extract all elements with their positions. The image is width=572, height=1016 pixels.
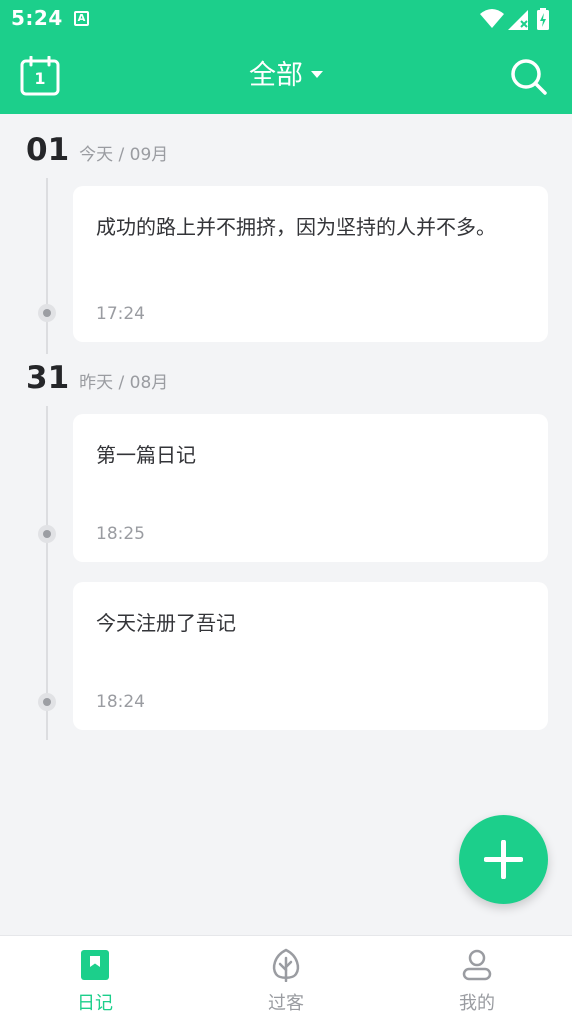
leaf-icon: [272, 948, 300, 982]
bookmark-icon: [81, 950, 109, 980]
nav-item-mine[interactable]: 我的: [382, 936, 572, 1016]
diary-entry-card[interactable]: 今天注册了吾记 18:24: [73, 582, 548, 730]
add-entry-button[interactable]: [459, 815, 548, 904]
day-number: 31: [26, 360, 70, 396]
app-bar: 1 全部: [0, 38, 572, 114]
day-subtitle: 今天 / 09月: [79, 145, 169, 165]
wifi-icon: [480, 9, 504, 28]
nav-label: 我的: [459, 993, 495, 1014]
timeline-line: [46, 178, 48, 354]
search-button[interactable]: [510, 58, 548, 96]
day-subtitle: 昨天 / 08月: [79, 373, 169, 393]
battery-icon: [537, 8, 549, 30]
app-screen: 5:24 A 1 全部 01 今天 / 09月 成功的路上并不拥挤，因为坚持的人…: [0, 0, 572, 1016]
status-time: 5:24: [11, 6, 63, 30]
status-bar: 5:24 A: [0, 0, 572, 38]
nav-item-passerby[interactable]: 过客: [191, 936, 381, 1016]
person-icon: [462, 949, 492, 981]
status-indicators: [480, 8, 560, 30]
timeline-line: [46, 406, 48, 740]
diary-entry-time: 18:24: [96, 692, 145, 712]
nav-label: 过客: [268, 993, 304, 1014]
filter-dropdown[interactable]: 全部: [0, 56, 572, 96]
app-notification-icon: A: [74, 11, 89, 26]
diary-entry-card[interactable]: 第一篇日记 18:25: [73, 414, 548, 562]
nav-item-diary[interactable]: 日记: [0, 936, 190, 1016]
day-header: 01 今天 / 09月: [26, 132, 168, 172]
diary-entry-text: 第一篇日记: [96, 443, 196, 467]
search-icon: [511, 59, 547, 95]
plus-icon: [484, 840, 523, 879]
day-number: 01: [26, 132, 70, 168]
timeline-dot: [38, 525, 56, 543]
timeline-dot: [38, 304, 56, 322]
diary-entry-text: 今天注册了吾记: [96, 611, 236, 635]
cellular-signal-icon: [508, 10, 528, 30]
diary-entry-card[interactable]: 成功的路上并不拥挤，因为坚持的人并不多。 17:24: [73, 186, 548, 342]
page-title: 全部: [249, 60, 303, 91]
bottom-navigation: 日记 过客 我的: [0, 935, 572, 1016]
diary-entry-time: 17:24: [96, 304, 145, 324]
diary-entry-time: 18:25: [96, 524, 145, 544]
caret-down-icon: [311, 71, 323, 78]
day-header: 31 昨天 / 08月: [26, 360, 168, 400]
timeline-dot: [38, 693, 56, 711]
nav-label: 日记: [77, 993, 113, 1014]
diary-entry-text: 成功的路上并不拥挤，因为坚持的人并不多。: [96, 215, 496, 239]
